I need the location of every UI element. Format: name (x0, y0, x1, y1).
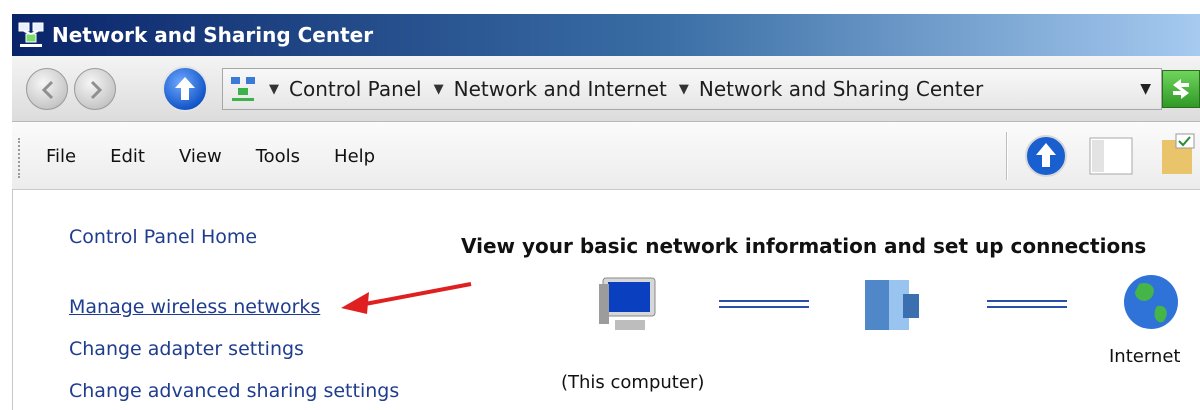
manage-wireless-networks-link[interactable]: Manage wireless networks (69, 296, 320, 318)
menu-tools[interactable]: Tools (256, 146, 300, 167)
network-icon (18, 22, 44, 47)
red-arrow-icon (341, 282, 472, 314)
forward-arrow-icon (90, 80, 103, 100)
title-bar: Network and Sharing Center (12, 14, 1200, 56)
window-title: Network and Sharing Center (52, 23, 374, 47)
menu-bar: File Edit View Tools Help (12, 122, 1200, 190)
this-computer-label: (This computer) (561, 372, 705, 393)
chevron-down-icon[interactable]: ▼ (434, 82, 444, 97)
breadcrumb-network-and-sharing-center[interactable]: Network and Sharing Center (699, 77, 983, 101)
menu-file[interactable]: File (46, 146, 76, 167)
address-dropdown-icon[interactable]: ▼ (1140, 81, 1151, 97)
change-advanced-sharing-settings-link[interactable]: Change advanced sharing settings (69, 380, 399, 402)
network-building-icon[interactable] (861, 274, 923, 334)
connection-line (987, 300, 1067, 308)
pane-toggle-icon[interactable] (1088, 134, 1134, 178)
chevron-down-icon[interactable]: ▼ (679, 82, 689, 97)
address-toolbar: ▼ Control Panel ▼ Network and Internet ▼… (12, 56, 1200, 122)
address-bar[interactable]: ▼ Control Panel ▼ Network and Internet ▼… (222, 68, 1162, 110)
breadcrumb: ▼ Control Panel ▼ Network and Internet ▼… (257, 77, 983, 101)
breadcrumb-control-panel[interactable]: Control Panel (289, 77, 422, 101)
folder-options-icon[interactable] (1154, 132, 1200, 180)
globe-icon[interactable] (1121, 272, 1181, 332)
breadcrumb-network-and-internet[interactable]: Network and Internet (454, 77, 667, 101)
toolbar-grip[interactable] (18, 138, 22, 178)
network-icon (231, 77, 255, 101)
refresh-icon (1173, 79, 1189, 99)
page-heading: View your basic network information and … (461, 234, 1147, 258)
forward-button[interactable] (74, 68, 116, 110)
menu-view[interactable]: View (179, 146, 222, 167)
back-arrow-icon (41, 80, 54, 100)
connection-line (719, 300, 809, 308)
control-panel-home-link[interactable]: Control Panel Home (69, 226, 257, 248)
refresh-button[interactable] (1162, 70, 1200, 108)
change-adapter-settings-link[interactable]: Change adapter settings (69, 338, 304, 360)
internet-label: Internet (1109, 346, 1181, 367)
menu-list: File Edit View Tools Help (46, 146, 409, 167)
chevron-down-icon[interactable]: ▼ (269, 82, 279, 97)
menu-edit[interactable]: Edit (110, 146, 145, 167)
up-button[interactable] (162, 66, 208, 112)
up-arrow-icon (175, 77, 195, 100)
back-button[interactable] (26, 68, 68, 110)
up-arrow-icon[interactable] (1024, 134, 1068, 178)
menu-help[interactable]: Help (334, 146, 375, 167)
main-content: Control Panel Home Manage wireless netwo… (12, 190, 1200, 410)
toolbar-separator (1006, 132, 1008, 180)
computer-icon[interactable] (595, 274, 661, 336)
